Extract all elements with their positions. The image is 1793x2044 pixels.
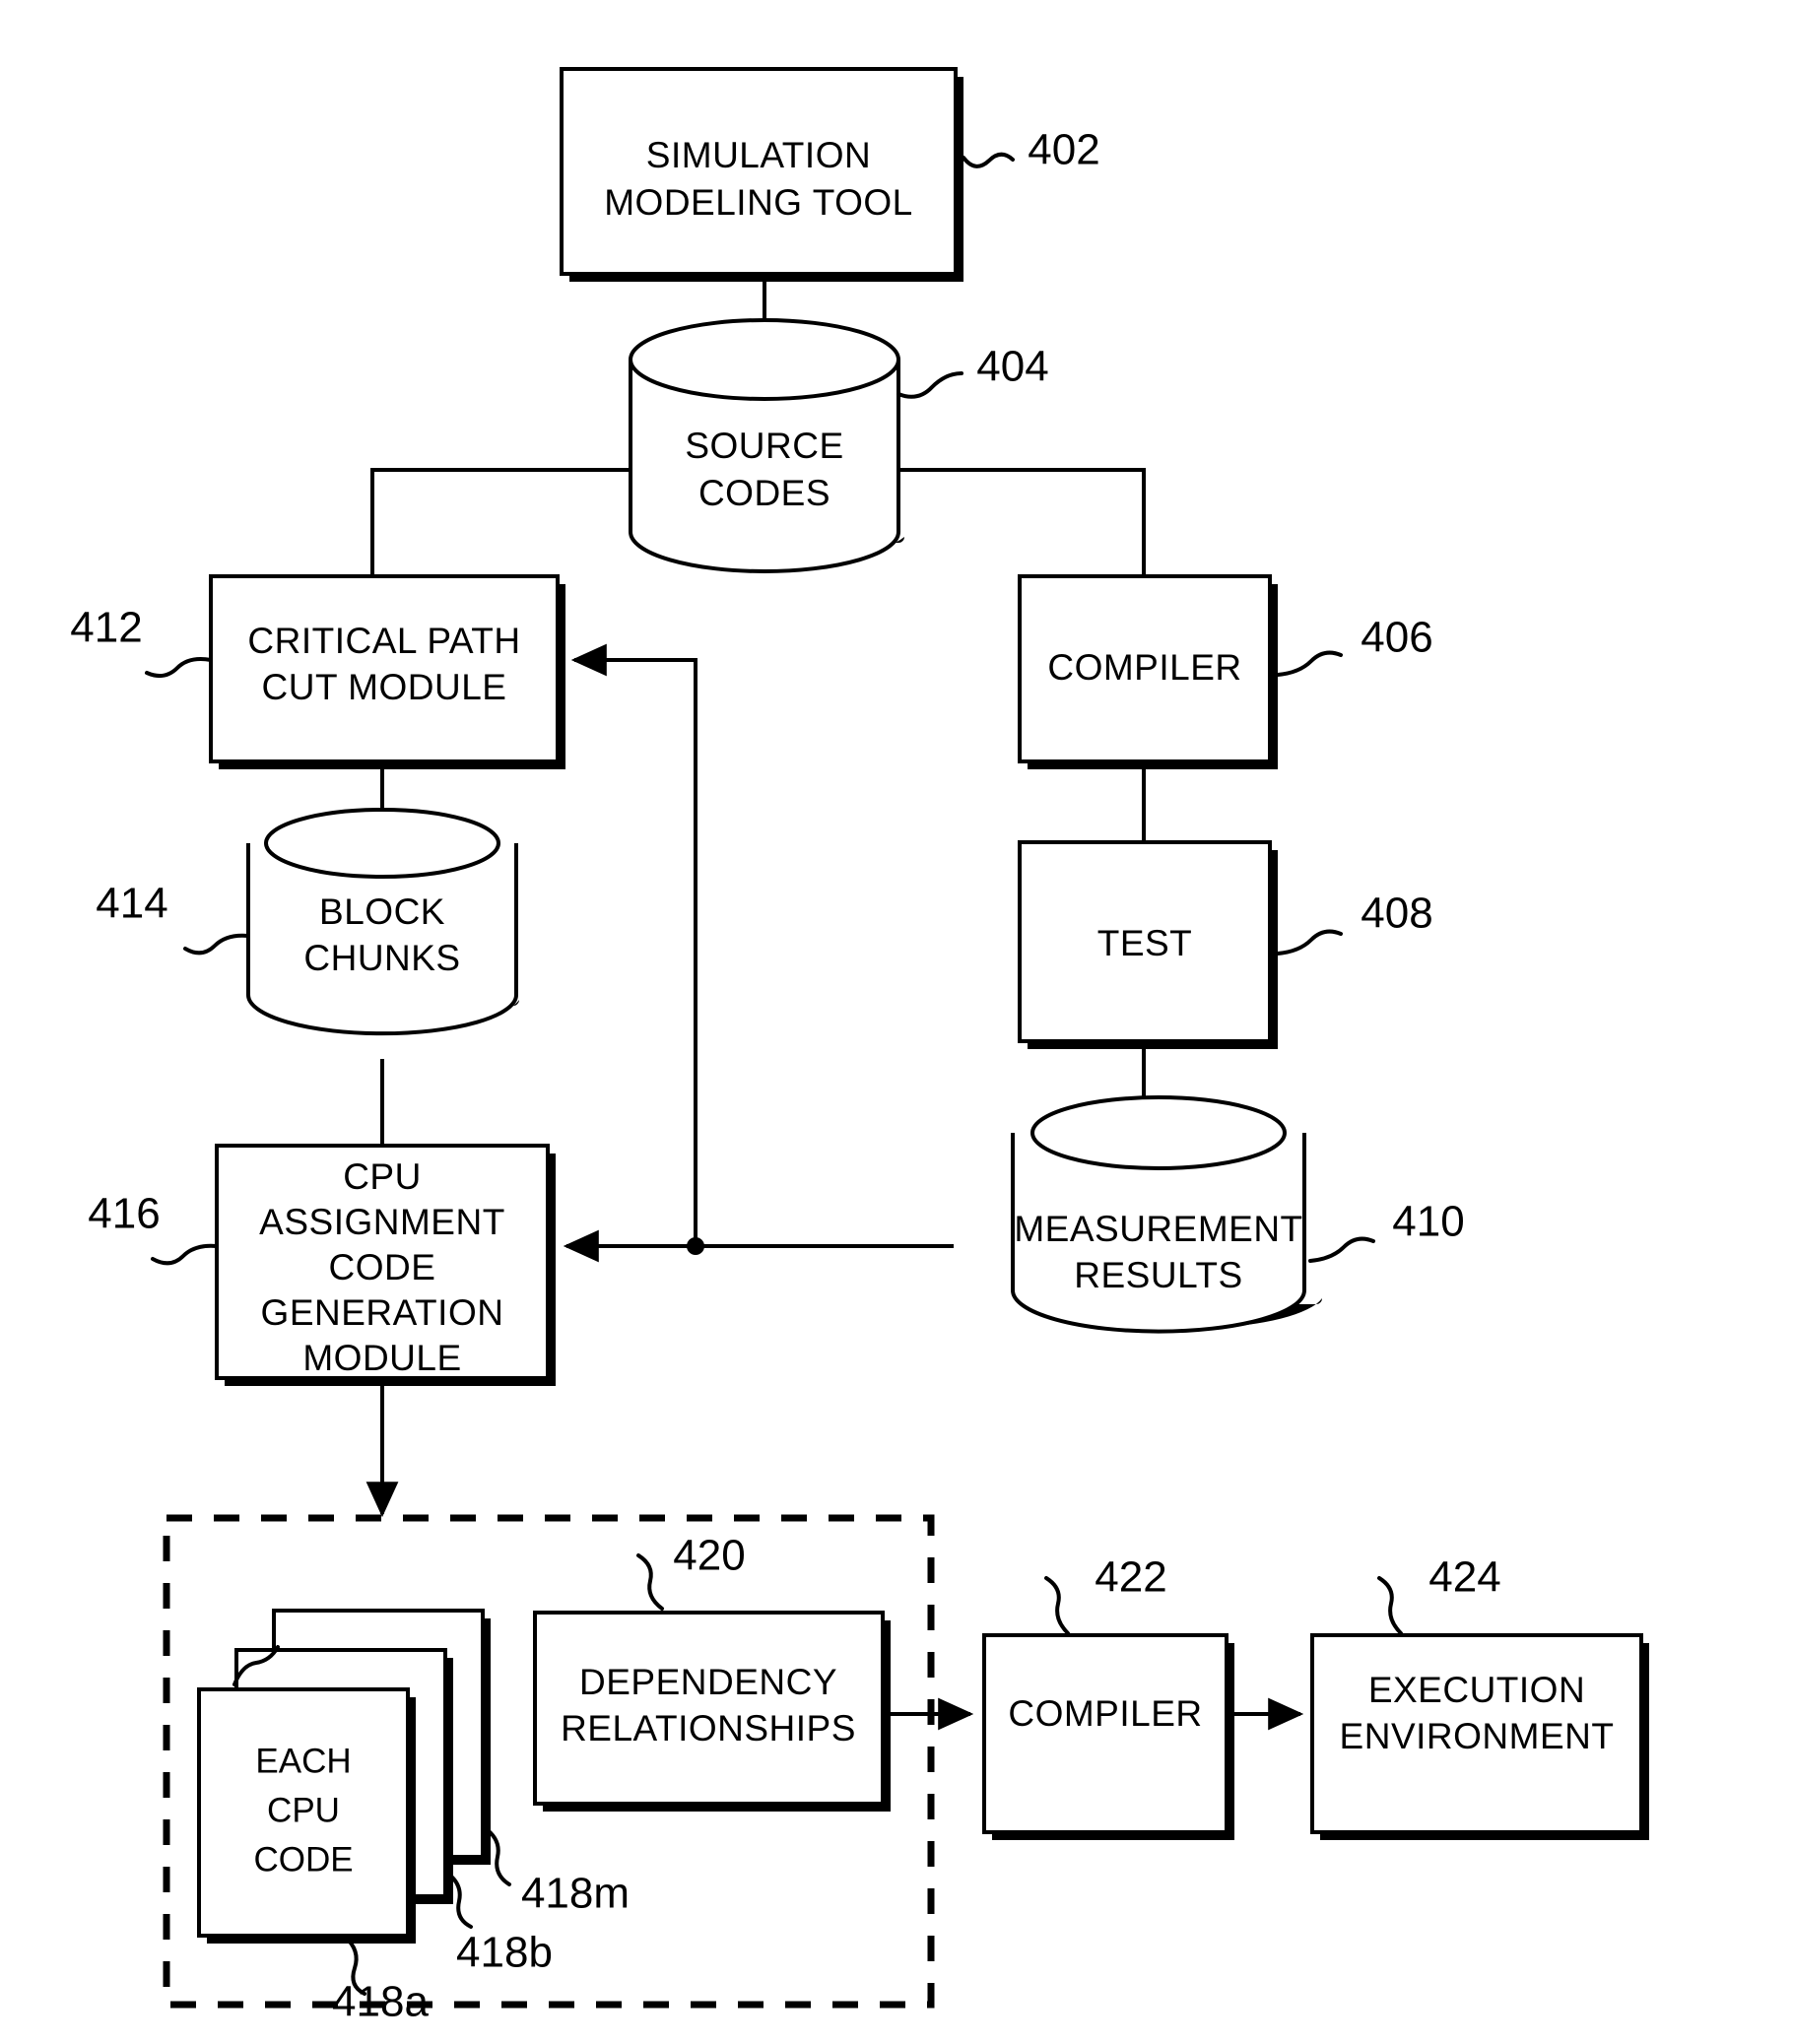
ref-label-402: 402 [1028, 126, 1099, 174]
simulation-modeling-tool-label-line1: SIMULATION [646, 135, 871, 175]
ref-callout-404: 404 [896, 343, 1049, 399]
node-block-chunks[interactable]: BLOCK CHUNKS [246, 808, 519, 1036]
cpu-assignment-label-line1: CPU [343, 1156, 422, 1197]
simulation-modeling-tool-label-line2: MODELING TOOL [604, 182, 913, 223]
node-dependency-relationships[interactable]: DEPENDENCY RELATIONSHIPS [533, 1611, 891, 1812]
ref-label-404: 404 [976, 343, 1048, 391]
ref-label-418b: 418b [456, 1929, 553, 1977]
ref-label-406: 406 [1361, 614, 1432, 662]
ref-label-418a: 418a [332, 1978, 429, 2026]
connector-measurement-to-critical-path [570, 643, 697, 1246]
execution-environment-label-line1: EXECUTION [1368, 1670, 1585, 1710]
ref-callout-408: 408 [1276, 890, 1433, 956]
test-label: TEST [1097, 923, 1193, 963]
cpu-assignment-label-line2: ASSIGNMENT [259, 1202, 505, 1242]
node-compiler-upper[interactable]: COMPILER [1018, 574, 1278, 769]
node-execution-environment[interactable]: EXECUTION ENVIRONMENT [1310, 1633, 1649, 1840]
measurement-results-label-line1: MEASUREMENT [1014, 1209, 1302, 1249]
ref-callout-406: 406 [1276, 614, 1433, 677]
ref-label-410: 410 [1392, 1198, 1464, 1246]
ref-callout-418a: 418a [332, 1935, 429, 2026]
ref-callout-420: 420 [636, 1532, 746, 1611]
ref-label-408: 408 [1361, 890, 1432, 938]
ref-callout-402: 402 [962, 126, 1100, 174]
ref-callout-414: 414 [96, 880, 250, 956]
ref-label-418m: 418m [521, 1870, 630, 1918]
each-cpu-code-label-line2: CPU [267, 1791, 340, 1829]
cpu-assignment-label-line3: CODE [329, 1247, 436, 1287]
ref-callout-412: 412 [70, 604, 213, 679]
ref-label-416: 416 [88, 1190, 160, 1238]
node-compiler-lower[interactable]: COMPILER [982, 1633, 1234, 1840]
ref-callout-424: 424 [1377, 1553, 1501, 1635]
ref-label-424: 424 [1428, 1553, 1500, 1602]
critical-path-cut-module-label-line2: CUT MODULE [262, 667, 507, 707]
node-cpu-assignment-code-generation-module[interactable]: CPU ASSIGNMENT CODE GENERATION MODULE [215, 1144, 556, 1386]
ref-label-414: 414 [96, 880, 167, 928]
ref-callout-416: 416 [88, 1190, 219, 1266]
cpu-assignment-label-line4: GENERATION [261, 1292, 504, 1333]
connector-source-to-critical-path [370, 468, 631, 576]
execution-environment-label-line2: ENVIRONMENT [1340, 1716, 1615, 1756]
critical-path-cut-module-label-line1: CRITICAL PATH [247, 621, 520, 661]
node-test[interactable]: TEST [1018, 840, 1278, 1049]
source-codes-label-line2: CODES [698, 473, 830, 513]
node-critical-path-cut-module[interactable]: CRITICAL PATH CUT MODULE [209, 574, 565, 769]
node-simulation-modeling-tool[interactable]: SIMULATION MODELING TOOL [560, 67, 963, 282]
node-source-codes[interactable]: SOURCE CODES [629, 318, 904, 573]
cpu-assignment-label-line5: MODULE [302, 1338, 461, 1378]
each-cpu-code-label-line1: EACH [255, 1742, 351, 1780]
each-cpu-code-label-line3: CODE [253, 1840, 353, 1879]
dependency-relationships-label-line2: RELATIONSHIPS [561, 1708, 856, 1748]
source-codes-label-line1: SOURCE [685, 426, 843, 466]
block-diagram-canvas: SIMULATION MODELING TOOL 402 SOURCE CODE… [70, 67, 1649, 2026]
connector-source-to-compiler [898, 468, 1146, 576]
ref-callout-410: 410 [1308, 1198, 1465, 1263]
dependency-relationships-label-line1: DEPENDENCY [579, 1662, 837, 1702]
ref-label-420: 420 [673, 1532, 745, 1580]
ref-callout-422: 422 [1044, 1553, 1167, 1635]
block-chunks-label-line1: BLOCK [319, 891, 445, 932]
node-each-cpu-code[interactable]: EACH CPU CODE [197, 1609, 491, 1944]
measurement-results-label-line2: RESULTS [1074, 1255, 1242, 1295]
ref-label-422: 422 [1095, 1553, 1166, 1602]
compiler-upper-label: COMPILER [1047, 647, 1241, 688]
compiler-lower-label: COMPILER [1008, 1693, 1202, 1734]
junction-dot [687, 1237, 704, 1255]
ref-label-412: 412 [70, 604, 142, 652]
block-chunks-label-line2: CHUNKS [303, 938, 460, 978]
node-measurement-results[interactable]: MEASUREMENT RESULTS [1011, 1095, 1322, 1334]
patent-figure: SIMULATION MODELING TOOL 402 SOURCE CODE… [0, 0, 1793, 2044]
